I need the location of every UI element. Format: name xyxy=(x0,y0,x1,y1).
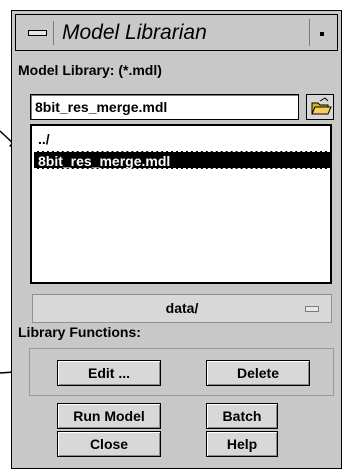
minimize-icon xyxy=(320,32,324,36)
option-menu-indicator-icon xyxy=(305,306,319,312)
close-button[interactable]: Close xyxy=(57,431,161,457)
library-functions-frame: Edit ... Delete xyxy=(29,348,334,396)
title-bar: Model Librarian xyxy=(15,14,338,51)
browse-folder-button[interactable] xyxy=(306,94,334,120)
library-functions-label: Library Functions: xyxy=(18,324,141,340)
model-library-label: Model Library: (*.mdl) xyxy=(18,62,162,78)
folder-icon xyxy=(311,97,332,115)
list-item-parent-directory[interactable]: ../ xyxy=(34,130,330,148)
directory-label: data/ xyxy=(165,300,199,316)
run-model-button[interactable]: Run Model xyxy=(57,403,161,429)
edit-button[interactable]: Edit ... xyxy=(57,360,161,386)
model-file-list[interactable]: ../ 8bit_res_merge.mdl xyxy=(30,124,332,284)
model-filename-field[interactable]: 8bit_res_merge.mdl xyxy=(30,94,299,120)
help-button[interactable]: Help xyxy=(206,431,278,457)
window-title: Model Librarian xyxy=(62,21,207,44)
minimize-button[interactable] xyxy=(309,19,333,46)
model-librarian-window: Model Librarian Model Library: (*.mdl) 8… xyxy=(11,10,342,469)
batch-button[interactable]: Batch xyxy=(206,403,278,429)
window-menu-icon xyxy=(28,30,47,36)
delete-button[interactable]: Delete xyxy=(206,360,310,386)
list-item-selected-model[interactable]: 8bit_res_merge.mdl xyxy=(34,151,330,169)
window-menu-button[interactable] xyxy=(22,21,54,45)
directory-option-menu[interactable]: data/ xyxy=(32,294,332,323)
